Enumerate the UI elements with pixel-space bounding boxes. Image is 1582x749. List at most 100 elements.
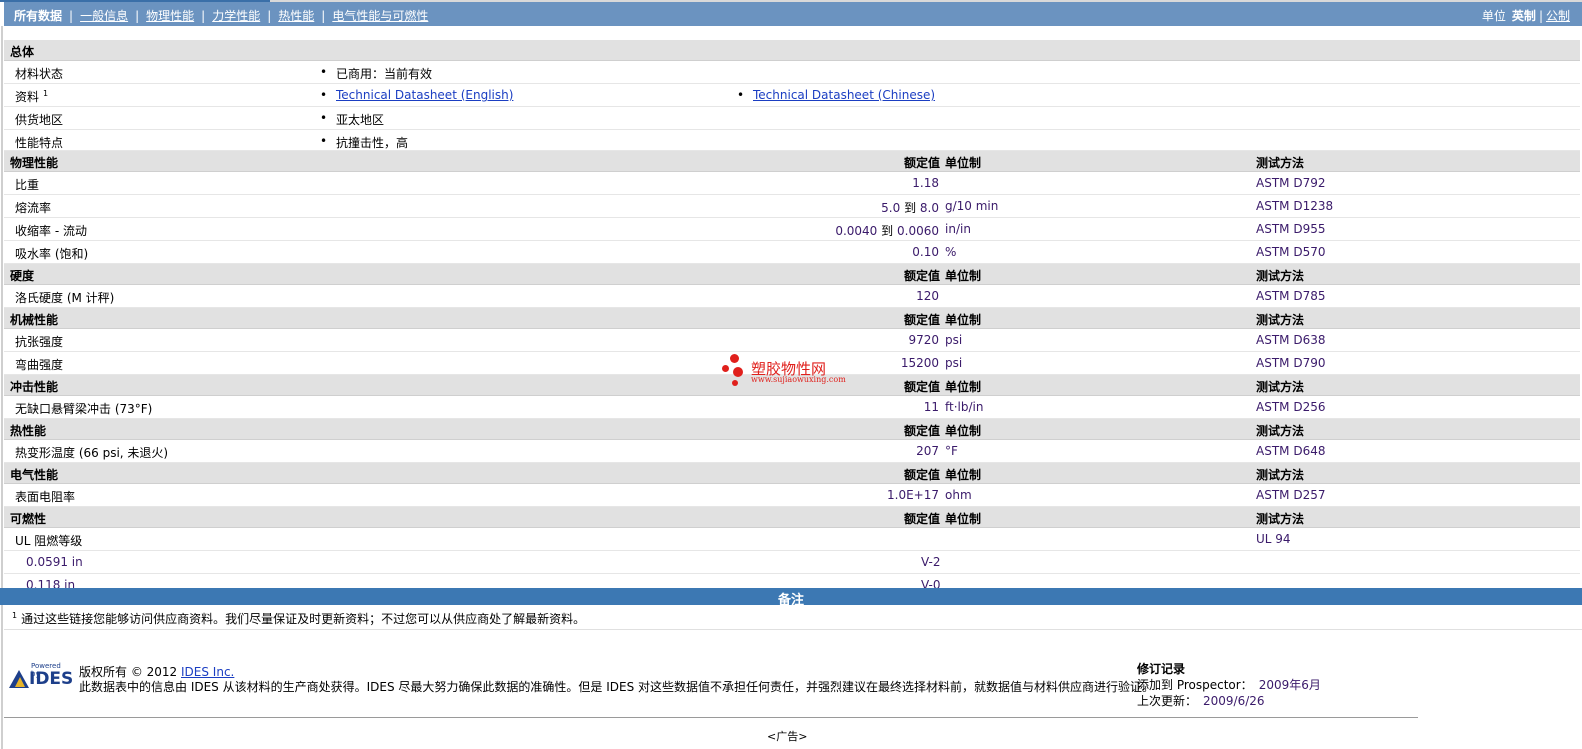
row-label: UL 阻燃等级 bbox=[15, 534, 83, 548]
row-label: 收缩率 - 流动 bbox=[15, 224, 87, 238]
revision-title: 修订记录 bbox=[1137, 662, 1186, 676]
revision-added-value: 2009年6月 bbox=[1258, 678, 1321, 692]
value-min: 5.0 bbox=[881, 201, 901, 215]
header-test: 测试方法 bbox=[1256, 269, 1305, 283]
table-row: 熔流率 5.0 到 8.0 g/10 min ASTM D1238 bbox=[4, 195, 1580, 218]
disclaimer: 此数据表中的信息由 IDES 从该材料的生产商处获得。IDES 尽最大努力确保此… bbox=[79, 680, 1155, 694]
header-test: 测试方法 bbox=[1256, 156, 1305, 170]
row-test: ASTM D570 bbox=[1256, 245, 1326, 259]
row-value: 5.0 到 8.0 bbox=[881, 199, 939, 216]
header-test: 测试方法 bbox=[1256, 313, 1305, 327]
tab-all-data[interactable]: 所有数据 bbox=[14, 9, 62, 23]
row-test: ASTM D955 bbox=[1256, 222, 1326, 236]
units-metric-link[interactable]: 公制 bbox=[1546, 9, 1570, 23]
copyright-text: 版权所有 © 2012 bbox=[79, 665, 178, 679]
row-unit: psi bbox=[945, 356, 963, 370]
row-unit: in/in bbox=[945, 222, 971, 236]
table-row: 表面电阻率 1.0E+17 ohm ASTM D257 bbox=[4, 484, 1580, 507]
section-physical: 物理性能 额定值 单位制 测试方法 bbox=[4, 151, 1580, 172]
header-nominal: 额定值 bbox=[903, 156, 940, 170]
row-value: 亚太地区 bbox=[320, 111, 384, 128]
row-test: ASTM D1238 bbox=[1256, 199, 1334, 213]
value-max: 0.0060 bbox=[897, 224, 939, 238]
table-row: 吸水率 (饱和) 0.10 % ASTM D570 bbox=[4, 241, 1580, 264]
doc-english-link[interactable]: Technical Datasheet (English) bbox=[336, 88, 513, 102]
revision-updated: 上次更新： 2009/6/26 bbox=[1137, 693, 1321, 709]
table-row: 比重 1.18 ASTM D792 bbox=[4, 172, 1580, 195]
notes-header: 备注 bbox=[0, 588, 1582, 608]
row-value: 15200 bbox=[900, 356, 939, 370]
row-value: 1.0E+17 bbox=[887, 488, 939, 502]
row-unit: % bbox=[945, 245, 957, 259]
nav-bar: 所有数据 | 一般信息 | 物理性能 | 力学性能 | 热性能 | 电气性能与可燃性 单位 英制 | 公制 bbox=[4, 2, 1582, 26]
nav-tabs: 所有数据 | 一般信息 | 物理性能 | 力学性能 | 热性能 | 电气性能与可燃性 bbox=[14, 7, 428, 24]
value-max: 8.0 bbox=[919, 201, 939, 215]
row-label: 比重 bbox=[15, 178, 40, 192]
section-electrical: 电气性能 额定值 单位制 测试方法 bbox=[4, 463, 1580, 484]
footnote-marker: 1 bbox=[43, 89, 49, 98]
tab-mechanical[interactable]: 力学性能 bbox=[212, 9, 260, 23]
header-unit: 单位制 bbox=[945, 380, 982, 394]
row-value: 207 bbox=[916, 444, 939, 458]
logo-name: IDES bbox=[29, 669, 74, 689]
tab-physical[interactable]: 物理性能 bbox=[146, 9, 194, 23]
tab-electrical-flammability[interactable]: 电气性能与可燃性 bbox=[332, 9, 428, 23]
nav-separator: | bbox=[267, 9, 272, 23]
range-to: 到 bbox=[881, 224, 894, 238]
nav-separator: | bbox=[69, 9, 74, 23]
row-label: 熔流率 bbox=[15, 201, 52, 215]
row-value: 11 bbox=[923, 400, 939, 414]
revision-added-label: 添加到 Prospector： bbox=[1137, 678, 1253, 692]
section-flammability: 可燃性 额定值 单位制 测试方法 bbox=[4, 507, 1580, 528]
row-value: 0.10 bbox=[912, 245, 939, 259]
section-general: 总体 bbox=[4, 40, 1580, 61]
row-label: 供货地区 bbox=[15, 113, 64, 127]
header-test: 测试方法 bbox=[1256, 380, 1305, 394]
table-row: UL 阻燃等级 UL 94 bbox=[4, 528, 1580, 551]
header-unit: 单位制 bbox=[945, 424, 982, 438]
row-test: ASTM D638 bbox=[1256, 333, 1326, 347]
revision-updated-label: 上次更新： bbox=[1137, 694, 1198, 708]
row-value: 抗撞击性，高 bbox=[320, 134, 408, 151]
section-title: 总体 bbox=[10, 45, 35, 59]
ides-link[interactable]: IDES Inc. bbox=[181, 665, 234, 679]
units-switcher: 单位 英制 | 公制 bbox=[1482, 7, 1570, 24]
row-value: 已商用：当前有效 bbox=[320, 65, 432, 82]
header-unit: 单位制 bbox=[945, 156, 982, 170]
row-test: ASTM D257 bbox=[1256, 488, 1326, 502]
row-label: 吸水率 (饱和) bbox=[15, 247, 89, 261]
units-imperial: 英制 bbox=[1511, 9, 1536, 23]
table-row: 资料1 Technical Datasheet (English) Techni… bbox=[4, 84, 1580, 107]
nav-separator: | bbox=[201, 9, 206, 23]
revision-history: 修订记录 添加到 Prospector： 2009年6月 上次更新： 2009/6/… bbox=[1137, 661, 1321, 709]
tab-thermal[interactable]: 热性能 bbox=[278, 9, 314, 23]
table-row: 材料状态 已商用：当前有效 bbox=[4, 61, 1580, 84]
header-nominal: 额定值 bbox=[903, 313, 940, 327]
section-title: 硬度 bbox=[10, 269, 35, 283]
row-test: ASTM D256 bbox=[1256, 400, 1326, 414]
row-value: 9720 bbox=[908, 333, 939, 347]
table-row: 热变形温度 (66 psi, 未退火) 207 °F ASTM D648 bbox=[4, 440, 1580, 463]
section-thermal: 热性能 额定值 单位制 测试方法 bbox=[4, 419, 1580, 440]
header-unit: 单位制 bbox=[945, 468, 982, 482]
header-test: 测试方法 bbox=[1256, 424, 1305, 438]
frame-border bbox=[1, 26, 3, 749]
row-test: UL 94 bbox=[1256, 532, 1291, 546]
divider bbox=[4, 629, 1582, 630]
header-nominal: 额定值 bbox=[903, 380, 940, 394]
footer-divider bbox=[4, 717, 1418, 718]
row-label: 资料 1 bbox=[15, 88, 48, 105]
range-to: 到 bbox=[904, 201, 917, 215]
section-title: 热性能 bbox=[10, 424, 47, 438]
tab-general-info[interactable]: 一般信息 bbox=[80, 9, 128, 23]
row-sublabel: 0.0591 in bbox=[26, 555, 83, 569]
row-rating: V-2 bbox=[921, 555, 941, 569]
row-test: ASTM D785 bbox=[1256, 289, 1326, 303]
row-test: ASTM D792 bbox=[1256, 176, 1326, 190]
table-row: 抗张强度 9720 psi ASTM D638 bbox=[4, 329, 1580, 352]
row-unit: g/10 min bbox=[945, 199, 999, 213]
units-separator: | bbox=[1538, 9, 1543, 23]
watermark-dot-icon bbox=[722, 365, 729, 372]
doc-chinese-link[interactable]: Technical Datasheet (Chinese) bbox=[753, 88, 935, 102]
header-nominal: 额定值 bbox=[903, 424, 940, 438]
